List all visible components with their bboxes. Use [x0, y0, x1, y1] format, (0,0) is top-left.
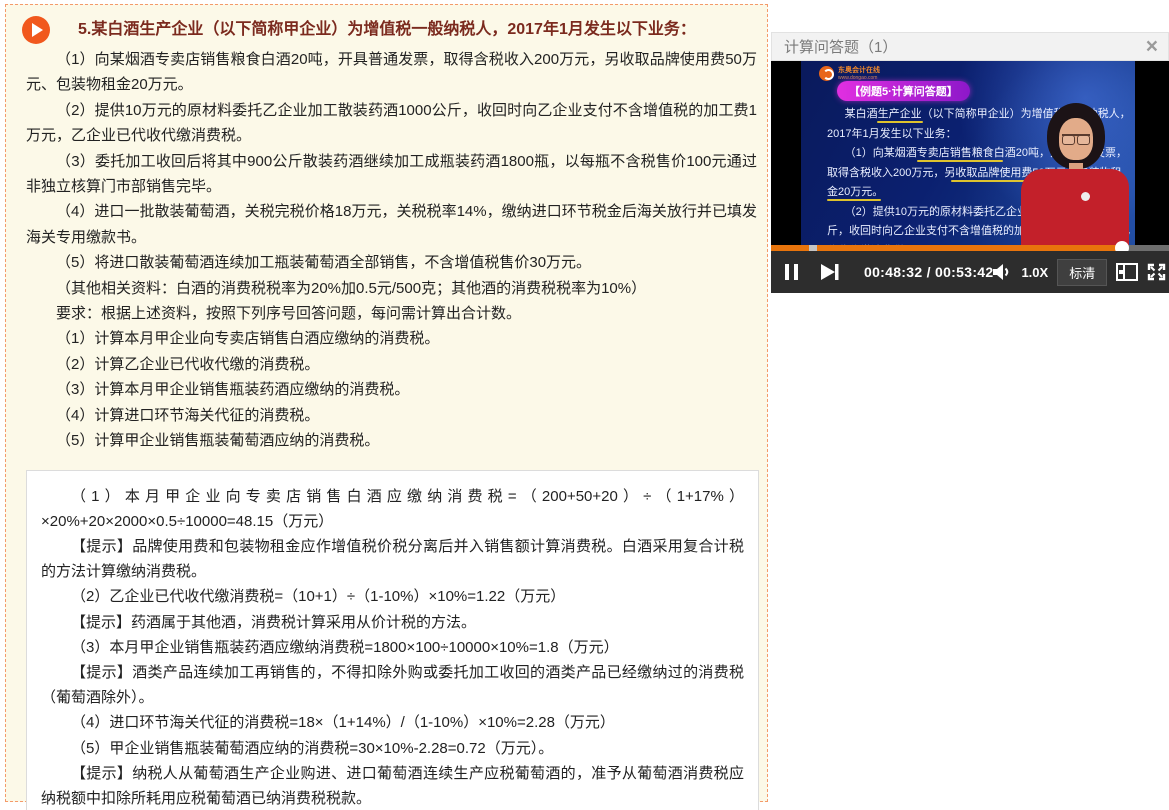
answer-line: 【提示】药酒属于其他酒，消费税计算采用从价计税的方法。: [41, 610, 744, 635]
pause-button[interactable]: [783, 262, 800, 282]
question-paragraph: 要求：根据上述资料，按照下列序号回答问题，每问需计算出合计数。: [26, 301, 757, 326]
close-icon[interactable]: ×: [1146, 37, 1158, 57]
video-player: 东奥会计在线 www.dongao.com 【例题5·计算问答题】 某白酒生产企…: [771, 61, 1169, 293]
video-popup-panel: 计算问答题（1） × 东奥会计在线 www.dongao.com 【例题5·计算…: [771, 32, 1169, 293]
answer-line: 【提示】纳税人从葡萄酒生产企业购进、进口葡萄酒连续生产应税葡萄酒的，准予从葡萄酒…: [41, 761, 744, 810]
next-button[interactable]: [820, 263, 840, 281]
lecturer-jacket: [1021, 169, 1129, 245]
question-paragraph: （5）计算甲企业销售瓶装葡萄酒应纳的消费税。: [26, 428, 757, 453]
question-body: （1）向某烟酒专卖店销售粮食白酒20吨，开具普通发票，取得含税收入200万元，另…: [26, 47, 757, 454]
volume-button[interactable]: [993, 264, 1012, 280]
video-popup-header: 计算问答题（1） ×: [771, 32, 1169, 61]
question-paragraph: （2）提供10万元的原材料委托乙企业加工散装药酒1000公斤，收回时向乙企业支付…: [26, 98, 757, 149]
answer-line: 【提示】品牌使用费和包装物租金应作增值税价税分离后并入销售额计算消费税。白酒采用…: [41, 534, 744, 584]
slide-underline: [877, 121, 923, 123]
answer-line: 【提示】酒类产品连续加工再销售的，不得扣除外购或委托加工收回的酒类产品已经缴纳过…: [41, 660, 744, 710]
speed-button[interactable]: 1.0X: [1021, 265, 1048, 280]
answer-line: （4）进口环节海关代征的消费税=18×（1+14%）/（1-10%）×10%=2…: [41, 710, 744, 735]
lecturer-brooch: [1081, 192, 1090, 201]
next-icon: [820, 263, 840, 281]
time-display: 00:48:32 / 00:53:42: [864, 264, 993, 280]
brand-logo: 东奥会计在线 www.dongao.com: [819, 66, 880, 81]
volume-icon: [993, 264, 1012, 280]
answer-line: （2）乙企业已代收代缴消费税=（10+1）÷（1-10%）×10%=1.22（万…: [41, 584, 744, 609]
brand-url: www.dongao.com: [838, 75, 880, 81]
mini-player-icon: [1116, 263, 1138, 281]
video-controls: 00:48:32 / 00:53:42 1.0X 标清: [771, 251, 1169, 293]
video-popup-title: 计算问答题（1）: [784, 36, 897, 57]
lecturer-glasses: [1062, 134, 1090, 142]
answer-line: （1）本月甲企业向专卖店销售白酒应缴纳消费税=（200+50+20）÷（1+17…: [41, 484, 744, 534]
fullscreen-button[interactable]: [1147, 263, 1166, 281]
page: 5.某白酒生产企业（以下简称甲企业）为增值税一般纳税人，2017年1月发生以下业…: [0, 0, 1169, 810]
question-paragraph: （其他相关资料：白酒的消费税税率为20%加0.5元/500克；其他酒的消费税税率…: [26, 276, 757, 301]
question-paragraph: （4）进口一批散装葡萄酒，关税完税价格18万元，关税税率14%，缴纳进口环节税金…: [26, 199, 757, 250]
brand-logo-icon: [819, 66, 834, 81]
question-paragraph: （5）将进口散装葡萄酒连续加工瓶装葡萄酒全部销售，不含增值税售价30万元。: [26, 250, 757, 275]
question-paragraph: （1）向某烟酒专卖店销售粮食白酒20吨，开具普通发票，取得含税收入200万元，另…: [26, 47, 757, 98]
play-question-button[interactable]: [22, 16, 50, 44]
slide-badge: 【例题5·计算问答题】: [837, 81, 970, 101]
play-icon: [31, 23, 43, 37]
mini-player-button[interactable]: [1116, 263, 1138, 281]
answer-line: （3）本月甲企业销售瓶装药酒应缴纳消费税=1800×100÷10000×10%=…: [41, 635, 744, 660]
video-slide: 东奥会计在线 www.dongao.com 【例题5·计算问答题】 某白酒生产企…: [801, 61, 1135, 245]
answer-line: （5）甲企业销售瓶装葡萄酒应纳的消费税=30×10%-2.28=0.72（万元）…: [41, 736, 744, 761]
slide-underline: [827, 199, 881, 201]
lecturer-figure: [1021, 103, 1129, 245]
brand-name: 东奥会计在线: [838, 67, 880, 75]
slide-underline: [917, 160, 1003, 162]
video-screen[interactable]: 东奥会计在线 www.dongao.com 【例题5·计算问答题】 某白酒生产企…: [771, 61, 1169, 245]
question-paragraph: （3）计算本月甲企业销售瓶装药酒应缴纳的消费税。: [26, 377, 757, 402]
question-paragraph: （4）计算进口环节海关代征的消费税。: [26, 403, 757, 428]
question-paragraph: （3）委托加工收回后将其中900公斤散装药酒继续加工成瓶装药酒1800瓶，以每瓶…: [26, 149, 757, 200]
question-paragraph: （1）计算本月甲企业向专卖店销售白酒应缴纳的消费税。: [26, 326, 757, 351]
answer-box: （1）本月甲企业向专卖店销售白酒应缴纳消费税=（200+50+20）÷（1+17…: [26, 470, 759, 810]
quality-button[interactable]: 标清: [1057, 259, 1107, 286]
question-panel: 5.某白酒生产企业（以下简称甲企业）为增值税一般纳税人，2017年1月发生以下业…: [5, 4, 768, 802]
fullscreen-icon: [1147, 263, 1166, 281]
question-title: 5.某白酒生产企业（以下简称甲企业）为增值税一般纳税人，2017年1月发生以下业…: [78, 18, 757, 42]
question-paragraph: （2）计算乙企业已代收代缴的消费税。: [26, 352, 757, 377]
